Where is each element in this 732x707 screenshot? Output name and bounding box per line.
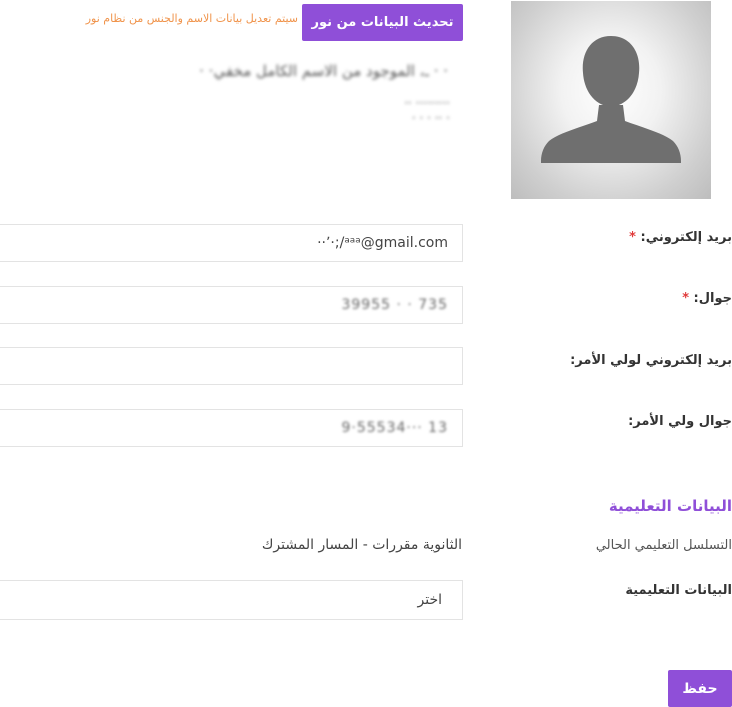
guardian-mobile-field[interactable]: 9·55534··· 13 bbox=[0, 409, 463, 447]
education-select[interactable]: اختر bbox=[0, 580, 463, 620]
email-field[interactable]: ··ʼ·;/ᵃᵃᵃ@gmail.com bbox=[0, 224, 463, 262]
user-silhouette-icon bbox=[541, 36, 681, 163]
email-value: ··ʼ·;/ᵃᵃᵃ@gmail.com bbox=[317, 235, 448, 251]
student-name: · ·ـ، الموجود من الاسم الكامل مخفي · · bbox=[199, 62, 448, 80]
noor-update-button[interactable]: تحديث البيانات من نور bbox=[302, 4, 463, 41]
student-info-line: · · · ·· · bbox=[411, 111, 450, 125]
mobile-value: 39955 · · 735 bbox=[341, 297, 448, 313]
mobile-label: جوال: * bbox=[682, 291, 732, 306]
guardian-mobile-label: جوال ولي الأمر: bbox=[628, 414, 732, 429]
required-mark: * bbox=[682, 291, 689, 306]
mobile-field[interactable]: 39955 · · 735 bbox=[0, 286, 463, 324]
save-button[interactable]: حفظ bbox=[668, 670, 732, 707]
education-section-title: البيانات التعليمية bbox=[608, 497, 732, 515]
required-mark: * bbox=[629, 230, 636, 245]
noor-note: سيتم تعديل بيانات الاسم والجنس من نظام ن… bbox=[85, 12, 298, 25]
education-select-value: اختر bbox=[417, 592, 443, 608]
guardian-email-label: بريد إلكتروني لولي الأمر: bbox=[570, 353, 732, 368]
education-data-label: البيانات التعليمية bbox=[625, 583, 732, 598]
current-sequence-value: الثانوية مقررات - المسار المشترك bbox=[261, 537, 462, 553]
guardian-mobile-value: 9·55534··· 13 bbox=[341, 420, 448, 436]
student-info-line: ·· ········· bbox=[404, 96, 450, 110]
profile-photo bbox=[511, 1, 711, 199]
email-label: بريد إلكتروني: * bbox=[629, 230, 732, 245]
guardian-email-field[interactable] bbox=[0, 347, 463, 385]
current-sequence-label: التسلسل التعليمي الحالي bbox=[595, 538, 732, 553]
